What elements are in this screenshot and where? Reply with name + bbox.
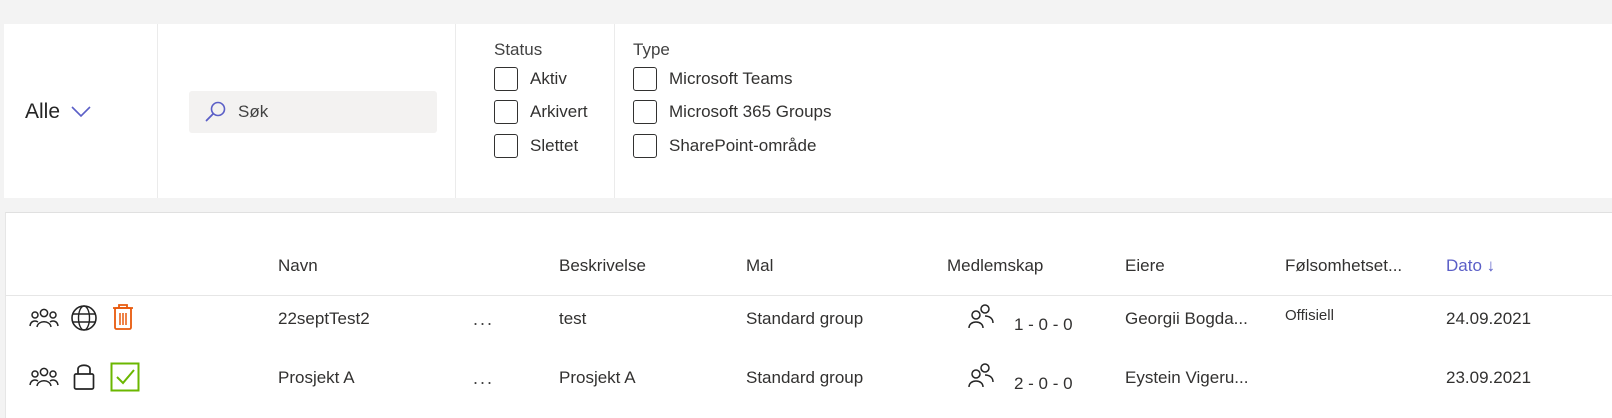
type-teams-label: Microsoft Teams xyxy=(669,69,793,88)
scope-label: Alle xyxy=(25,100,61,123)
search-box[interactable] xyxy=(189,91,437,133)
type-m365-option[interactable]: Microsoft 365 Groups xyxy=(633,100,832,124)
type-m365-checkbox[interactable] xyxy=(633,100,657,124)
status-arkivert-checkbox[interactable] xyxy=(494,100,518,124)
filter-bar: Alle Status Aktiv Arkivert Slettet Type … xyxy=(4,24,1612,198)
divider xyxy=(157,24,158,198)
scope-dropdown[interactable]: Alle xyxy=(25,100,92,124)
row-name[interactable]: 22septTest2 xyxy=(278,309,370,329)
column-header-template[interactable]: Mal xyxy=(746,256,773,276)
divider xyxy=(455,24,456,198)
column-header-description[interactable]: Beskrivelse xyxy=(559,256,646,276)
row-membership: 2 - 0 - 0 xyxy=(1014,374,1073,393)
row-sensitivity: Offisiell xyxy=(1285,307,1334,324)
more-options-button[interactable]: ... xyxy=(473,309,494,330)
row-membership: 1 - 0 - 0 xyxy=(1014,315,1073,334)
row-template: Standard group xyxy=(746,368,864,387)
row-template: Standard group xyxy=(746,309,864,328)
trash-icon[interactable] xyxy=(111,302,135,332)
status-filter-title: Status xyxy=(494,40,543,59)
column-header-name[interactable]: Navn xyxy=(278,256,318,276)
row-date: 23.09.2021 xyxy=(1446,368,1532,387)
status-arkivert-option[interactable]: Arkivert xyxy=(494,100,588,124)
column-header-membership[interactable]: Medlemskap xyxy=(947,256,1043,276)
type-sharepoint-option[interactable]: SharePoint-område xyxy=(633,134,816,158)
type-filter-title: Type xyxy=(633,40,670,59)
check-icon[interactable] xyxy=(110,362,140,392)
workspace-table: Navn Beskrivelse Mal Medlemskap Eiere Fø… xyxy=(5,212,1612,418)
type-sharepoint-label: SharePoint-område xyxy=(669,136,817,155)
status-slettet-checkbox[interactable] xyxy=(494,134,518,158)
column-header-date[interactable]: Dato ↓ xyxy=(1446,256,1495,276)
type-teams-option[interactable]: Microsoft Teams xyxy=(633,67,792,91)
status-arkivert-label: Arkivert xyxy=(530,102,588,121)
row-date: 24.09.2021 xyxy=(1446,309,1532,328)
row-description: test xyxy=(559,309,587,328)
status-aktiv-label: Aktiv xyxy=(530,69,567,88)
more-options-button[interactable]: ... xyxy=(473,368,494,389)
type-m365-label: Microsoft 365 Groups xyxy=(669,102,832,121)
row-owners: Georgii Bogda... xyxy=(1125,309,1248,328)
teams-icon xyxy=(29,308,59,328)
type-sharepoint-checkbox[interactable] xyxy=(633,134,657,158)
members-icon xyxy=(968,304,994,329)
status-slettet-option[interactable]: Slettet xyxy=(494,134,578,158)
row-name[interactable]: Prosjekt A xyxy=(278,368,355,388)
members-icon xyxy=(968,363,994,388)
lock-icon xyxy=(73,364,95,390)
header-divider xyxy=(6,295,1612,296)
column-header-sensitivity[interactable]: Følsomhetset... xyxy=(1285,256,1402,276)
row-owners: Eystein Vigeru... xyxy=(1125,368,1249,387)
divider xyxy=(614,24,615,198)
status-aktiv-checkbox[interactable] xyxy=(494,67,518,91)
search-input[interactable] xyxy=(238,102,428,122)
status-slettet-label: Slettet xyxy=(530,136,579,155)
teams-icon xyxy=(29,367,59,387)
chevron-down-icon xyxy=(71,106,91,118)
status-aktiv-option[interactable]: Aktiv xyxy=(494,67,567,91)
column-header-owners[interactable]: Eiere xyxy=(1125,256,1165,276)
search-icon xyxy=(205,101,226,122)
type-teams-checkbox[interactable] xyxy=(633,67,657,91)
row-description: Prosjekt A xyxy=(559,368,636,387)
globe-icon xyxy=(71,305,97,331)
